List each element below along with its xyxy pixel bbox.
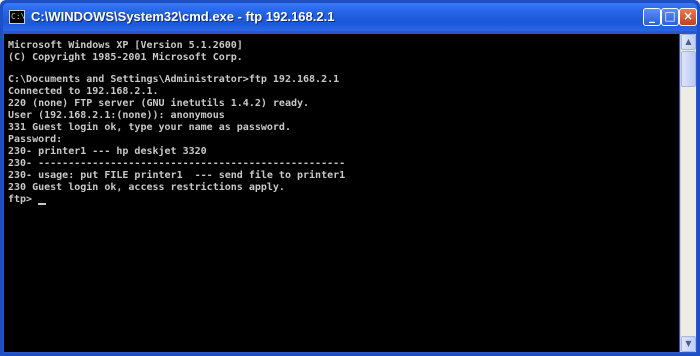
scroll-thumb[interactable] bbox=[681, 51, 696, 87]
console-lines: Microsoft Windows XP [Version 5.1.2600] … bbox=[8, 40, 345, 206]
console-line: Connected to 192.168.2.1. bbox=[8, 86, 159, 97]
console-line: C:\Documents and Settings\Administrator>… bbox=[8, 74, 340, 85]
cmd-window: C:\ C:\WINDOWS\System32\cmd.exe - ftp 19… bbox=[0, 0, 700, 356]
scroll-up-button[interactable]: ▲ bbox=[681, 34, 696, 50]
console-line: Password: bbox=[8, 134, 63, 145]
console-line: 230- printer1 --- hp deskjet 3320 bbox=[8, 146, 207, 157]
console-line: 230- usage: put FILE printer1 --- send f… bbox=[8, 170, 346, 181]
close-button[interactable]: × bbox=[679, 8, 697, 26]
console-output[interactable]: Microsoft Windows XP [Version 5.1.2600] … bbox=[4, 34, 679, 352]
vertical-scrollbar[interactable]: ▲ ▼ bbox=[680, 34, 696, 352]
console-line: 331 Guest login ok, type your name as pa… bbox=[8, 122, 291, 133]
ftp-prompt: ftp> bbox=[8, 194, 39, 205]
scroll-down-button[interactable]: ▼ bbox=[681, 336, 696, 352]
title-bar[interactable]: C:\ C:\WINDOWS\System32\cmd.exe - ftp 19… bbox=[3, 3, 697, 31]
console-line: (C) Copyright 1985-2001 Microsoft Corp. bbox=[8, 52, 243, 63]
console-line: User (192.168.2.1:(none)): anonymous bbox=[8, 110, 225, 121]
prompt-line[interactable]: ftp> bbox=[8, 194, 345, 206]
maximize-button[interactable]: □ bbox=[661, 8, 679, 26]
console-line: Microsoft Windows XP [Version 5.1.2600] bbox=[8, 40, 243, 51]
minimize-button[interactable]: _ bbox=[643, 8, 661, 26]
window-title: C:\WINDOWS\System32\cmd.exe - ftp 192.16… bbox=[31, 9, 335, 24]
console-line: 230 Guest login ok, access restrictions … bbox=[8, 182, 285, 193]
text-cursor bbox=[38, 203, 47, 205]
console-line: 230- -----------------------------------… bbox=[8, 158, 346, 169]
cmd-icon[interactable]: C:\ bbox=[9, 10, 25, 24]
console-line: 220 (none) FTP server (GNU inetutils 1.4… bbox=[8, 98, 310, 109]
